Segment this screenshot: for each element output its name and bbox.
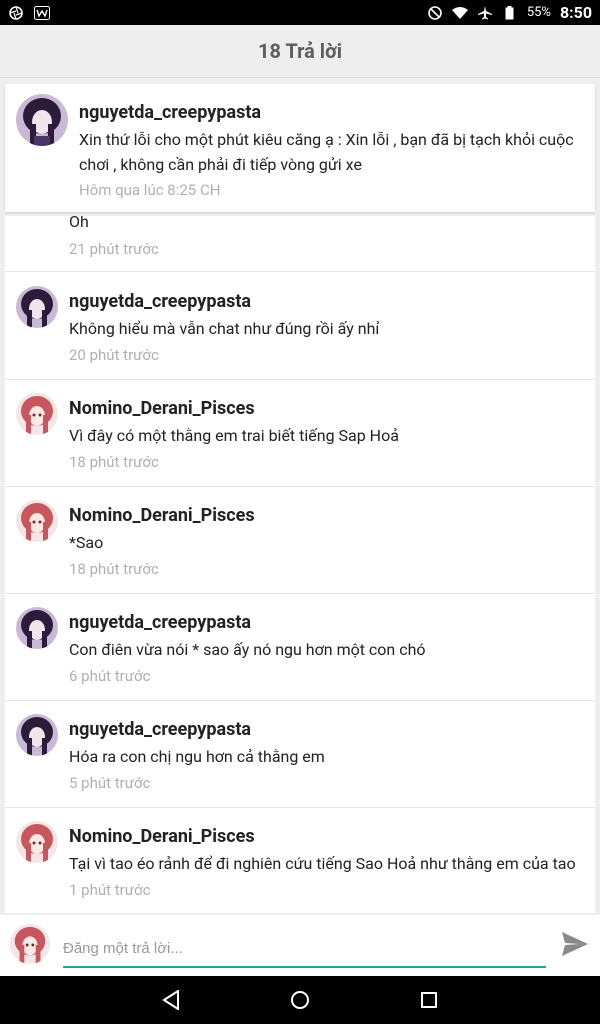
wattpad-icon <box>34 5 50 21</box>
timestamp: 5 phút trước <box>69 774 151 792</box>
timestamp: 21 phút trước <box>69 240 159 258</box>
reply-text: Tại vì tao éo rảnh để đi nghiên cứu tiến… <box>69 854 576 873</box>
timestamp: 1 phút trước <box>69 881 151 899</box>
avatar[interactable] <box>16 821 58 863</box>
avatar[interactable] <box>16 286 58 328</box>
timestamp: 18 phút trước <box>69 560 159 578</box>
replies-list[interactable]: Oh 21 phút trước nguyetda_creepypasta Kh… <box>5 216 595 913</box>
back-triangle-icon <box>162 990 179 1010</box>
recents-square-icon <box>421 992 437 1008</box>
reply-text: Con điên vừa nói * sao ấy nó ngu hơn một… <box>69 640 426 659</box>
username[interactable]: Nomino_Derani_Pisces <box>69 505 255 526</box>
avatar[interactable] <box>16 94 68 146</box>
username[interactable]: nguyetda_creepypasta <box>79 102 261 123</box>
system-nav-bar <box>0 976 600 1024</box>
list-item[interactable]: Nomino_Derani_Pisces Vì đây có một thằng… <box>5 380 595 487</box>
recents-button[interactable] <box>417 988 441 1012</box>
airplane-mode-icon <box>477 5 493 21</box>
status-bar: 55% 8:50 <box>0 0 600 25</box>
wifi-icon <box>451 5 468 21</box>
camera-shutter-icon <box>8 5 24 21</box>
list-item[interactable]: Nomino_Derani_Pisces Tại vì tao éo rảnh … <box>5 808 595 913</box>
list-item: Oh 21 phút trước <box>5 216 595 272</box>
reply-text: Vì đây có một thằng em trai biết tiếng S… <box>69 426 399 445</box>
list-item[interactable]: Nomino_Derani_Pisces *Sao 18 phút trước <box>5 487 595 594</box>
battery-percent: 55% <box>526 5 551 20</box>
username[interactable]: nguyetda_creepypasta <box>69 612 251 633</box>
reply-text: Oh <box>69 216 89 231</box>
avatar <box>10 924 50 964</box>
timestamp: Hôm qua lúc 8:25 CH <box>79 181 221 199</box>
original-comment-card: nguyetda_creepypasta Xin thứ lỗi cho một… <box>5 84 595 212</box>
username[interactable]: Nomino_Derani_Pisces <box>69 826 255 847</box>
list-item[interactable]: nguyetda_creepypasta Không hiểu mà vẫn c… <box>5 273 595 380</box>
username[interactable]: Nomino_Derani_Pisces <box>69 398 255 419</box>
page-title: 18 Trả lời <box>257 39 342 63</box>
avatar[interactable] <box>16 393 58 435</box>
list-item[interactable]: nguyetda_creepypasta Con điên vừa nói * … <box>5 594 595 701</box>
timestamp: 6 phút trước <box>69 667 151 685</box>
reply-input[interactable] <box>63 930 546 968</box>
reply-text: Không hiểu mà vẫn chat như đúng rồi ấy n… <box>69 319 380 338</box>
battery-icon <box>502 5 518 21</box>
username[interactable]: nguyetda_creepypasta <box>69 291 251 312</box>
send-button[interactable] <box>560 931 590 961</box>
home-circle-icon <box>291 991 309 1009</box>
home-button[interactable] <box>288 988 312 1012</box>
list-item[interactable]: nguyetda_creepypasta Hóa ra con chị ngu … <box>5 701 595 808</box>
reply-text: *Sao <box>69 533 104 552</box>
avatar[interactable] <box>16 500 58 542</box>
username[interactable]: nguyetda_creepypasta <box>69 719 251 740</box>
reply-text: Hóa ra con chị ngu hơn cả thằng em <box>69 747 325 766</box>
avatar[interactable] <box>16 714 58 756</box>
do-not-disturb-icon <box>427 5 443 21</box>
avatar[interactable] <box>16 607 58 649</box>
timestamp: 18 phút trước <box>69 453 159 471</box>
timestamp: 20 phút trước <box>69 346 159 364</box>
reply-composer <box>0 915 600 976</box>
send-icon <box>561 931 589 961</box>
clock: 8:50 <box>559 3 592 22</box>
comment-text: Xin thứ lỗi cho một phút kiêu căng ạ : X… <box>79 130 574 174</box>
back-button[interactable] <box>159 988 183 1012</box>
app-bar: 18 Trả lời <box>0 25 600 78</box>
